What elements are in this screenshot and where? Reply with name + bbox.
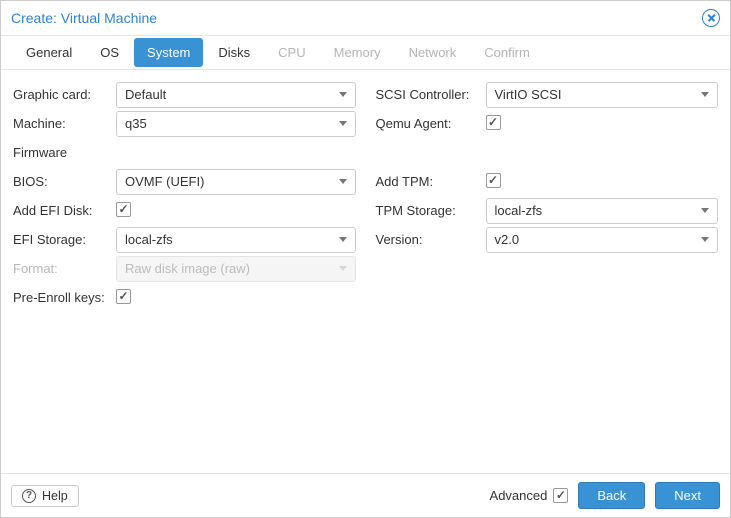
help-button[interactable]: ? Help [11,485,79,507]
help-label: Help [42,489,68,503]
close-icon[interactable] [702,9,720,27]
chevron-down-icon [339,237,347,242]
add-tpm-label: Add TPM: [376,174,486,189]
right-column: SCSI Controller: VirtIO SCSI Qemu Agent:… [376,80,719,463]
bios-label: BIOS: [13,174,116,189]
tab-disks[interactable]: Disks [205,38,263,67]
next-button[interactable]: Next [655,482,720,509]
back-button[interactable]: Back [578,482,645,509]
tpm-storage-label: TPM Storage: [376,203,486,218]
chevron-down-icon [701,208,709,213]
tpm-storage-select[interactable]: local-zfs [486,198,719,224]
tab-memory: Memory [321,38,394,67]
chevron-down-icon [339,179,347,184]
chevron-down-icon [701,92,709,97]
format-label: Format: [13,261,116,276]
bios-select[interactable]: OVMF (UEFI) [116,169,356,195]
format-placeholder: Raw disk image (raw) [125,261,339,276]
bios-value: OVMF (UEFI) [125,174,339,189]
footer: ? Help Advanced Back Next [1,473,730,517]
scsi-controller-label: SCSI Controller: [376,87,486,102]
tab-os[interactable]: OS [87,38,132,67]
firmware-section-label: Firmware [13,145,116,160]
form-content: Graphic card: Default Machine: q35 [1,70,730,473]
advanced-checkbox[interactable] [553,488,568,503]
tab-cpu: CPU [265,38,318,67]
tpm-storage-value: local-zfs [495,203,702,218]
qemu-agent-checkbox[interactable] [486,115,501,130]
qemu-agent-label: Qemu Agent: [376,116,486,131]
graphic-card-value: Default [125,87,339,102]
add-efi-disk-label: Add EFI Disk: [13,203,116,218]
machine-label: Machine: [13,116,116,131]
window-title: Create: Virtual Machine [11,10,702,26]
version-value: v2.0 [495,232,702,247]
graphic-card-label: Graphic card: [13,87,116,102]
titlebar: Create: Virtual Machine [1,1,730,36]
scsi-controller-select[interactable]: VirtIO SCSI [486,82,719,108]
graphic-card-select[interactable]: Default [116,82,356,108]
machine-value: q35 [125,116,339,131]
efi-storage-value: local-zfs [125,232,339,247]
version-label: Version: [376,232,486,247]
tab-network: Network [396,38,470,67]
chevron-down-icon [339,121,347,126]
tab-confirm: Confirm [471,38,543,67]
help-icon: ? [22,489,36,503]
version-select[interactable]: v2.0 [486,227,719,253]
advanced-label: Advanced [490,488,548,503]
scsi-controller-value: VirtIO SCSI [495,87,702,102]
chevron-down-icon [701,237,709,242]
machine-select[interactable]: q35 [116,111,356,137]
pre-enroll-checkbox[interactable] [116,289,131,304]
tab-system[interactable]: System [134,38,203,67]
left-column: Graphic card: Default Machine: q35 [13,80,356,463]
chevron-down-icon [339,266,347,271]
efi-storage-label: EFI Storage: [13,232,116,247]
pre-enroll-label: Pre-Enroll keys: [13,290,116,305]
create-vm-window: Create: Virtual Machine General OS Syste… [0,0,731,518]
chevron-down-icon [339,92,347,97]
format-select: Raw disk image (raw) [116,256,356,282]
tab-bar: General OS System Disks CPU Memory Netwo… [1,36,730,70]
add-tpm-checkbox[interactable] [486,173,501,188]
add-efi-disk-checkbox[interactable] [116,202,131,217]
tab-general[interactable]: General [13,38,85,67]
efi-storage-select[interactable]: local-zfs [116,227,356,253]
